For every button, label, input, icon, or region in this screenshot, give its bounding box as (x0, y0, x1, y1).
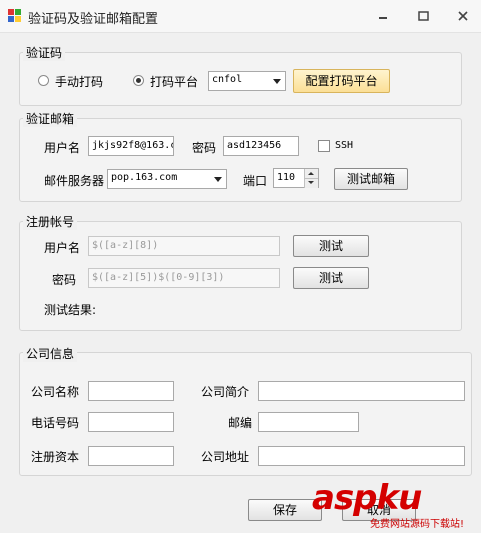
email-username-field[interactable]: jkjs92f8@163.c (88, 136, 174, 156)
mail-server-value: pop.163.com (111, 172, 178, 183)
register-group-title: 注册帐号 (23, 213, 78, 230)
test-email-button[interactable]: 测试邮箱 (334, 168, 408, 190)
ssh-label[interactable]: SSH (335, 140, 353, 151)
mail-server-select[interactable]: pop.163.com (107, 169, 227, 189)
minimize-icon[interactable] (370, 8, 396, 24)
manual-captcha-label[interactable]: 手动打码 (55, 73, 103, 90)
test-username-button[interactable]: 测试 (293, 235, 369, 257)
chevron-down-icon (273, 79, 281, 84)
config-platform-button[interactable]: 配置打码平台 (293, 69, 390, 93)
chevron-down-icon (214, 177, 222, 182)
save-button[interactable]: 保存 (248, 499, 322, 521)
address-field[interactable] (258, 446, 465, 466)
port-stepper[interactable]: 110 (273, 168, 319, 188)
port-label: 端口 (243, 174, 268, 188)
email-password-field[interactable]: asd123456 (223, 136, 299, 156)
test-password-button[interactable]: 测试 (293, 267, 369, 289)
platform-captcha-radio[interactable] (133, 75, 144, 86)
close-icon[interactable] (450, 8, 476, 24)
watermark-main-text: aspku (312, 478, 422, 518)
config-window: 验证码及验证邮箱配置 验证码 手动打码 打码平台 cnfol 配置打码平台 验证… (0, 0, 481, 533)
zip-field[interactable] (258, 412, 359, 432)
phone-label: 电话号码 (31, 416, 80, 430)
zip-label: 邮编 (228, 416, 253, 430)
platform-captcha-label[interactable]: 打码平台 (150, 73, 198, 90)
port-value: 110 (277, 172, 296, 183)
app-icon (8, 9, 21, 22)
window-title: 验证码及验证邮箱配置 (28, 12, 159, 27)
mail-server-label: 邮件服务器 (44, 174, 105, 188)
register-password-label: 密码 (52, 273, 77, 287)
watermark-sub-text: 免费网站源码下载站! (370, 519, 465, 530)
company-intro-field[interactable] (258, 381, 465, 401)
spin-down-icon[interactable] (304, 178, 318, 188)
maximize-icon[interactable] (410, 8, 436, 24)
watermark-logo: aspku 免费网站源码下载站! (312, 478, 477, 533)
test-result-label: 测试结果: (44, 303, 97, 317)
register-username-label: 用户名 (44, 241, 81, 255)
phone-field[interactable] (88, 412, 174, 432)
platform-select[interactable]: cnfol (208, 71, 286, 91)
platform-select-value: cnfol (212, 74, 243, 85)
ssh-checkbox[interactable] (318, 140, 330, 152)
company-name-label: 公司名称 (31, 385, 80, 399)
email-password-label: 密码 (192, 141, 217, 155)
email-username-label: 用户名 (44, 141, 81, 155)
username-pattern-field[interactable]: $([a-z][8]) (88, 236, 280, 256)
company-group-title: 公司信息 (23, 345, 78, 362)
company-name-field[interactable] (88, 381, 174, 401)
title-bar[interactable]: 验证码及验证邮箱配置 (0, 0, 481, 33)
manual-captcha-radio[interactable] (38, 75, 49, 86)
spin-up-icon[interactable] (304, 169, 318, 178)
email-group-title: 验证邮箱 (23, 110, 78, 127)
password-pattern-field[interactable]: $([a-z][5])$([0-9][3]) (88, 268, 280, 288)
company-intro-label: 公司简介 (201, 385, 250, 399)
capital-field[interactable] (88, 446, 174, 466)
address-label: 公司地址 (201, 450, 250, 464)
captcha-group-title: 验证码 (23, 44, 66, 61)
capital-label: 注册资本 (31, 450, 80, 464)
